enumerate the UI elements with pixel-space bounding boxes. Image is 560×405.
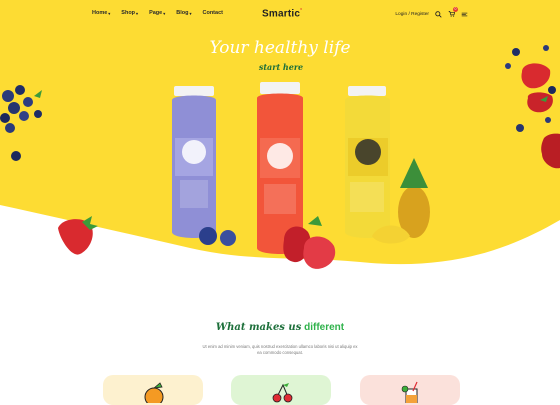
nav-item-page[interactable]: Page ▾ bbox=[149, 10, 165, 16]
hero-subline[interactable]: start here bbox=[255, 62, 307, 73]
chevron-down-icon: ▾ bbox=[163, 10, 166, 16]
section-title: What makes us different bbox=[0, 322, 560, 333]
chevron-down-icon: ▾ bbox=[136, 10, 139, 16]
feature-card-juice[interactable] bbox=[360, 375, 460, 405]
brand-logo[interactable]: Smartic° bbox=[262, 8, 302, 19]
nav-item-label: Page bbox=[149, 10, 163, 16]
brand-name: Smartic bbox=[262, 8, 301, 20]
section-title-accent: different bbox=[304, 322, 345, 333]
cart-count-badge: 0 bbox=[453, 7, 458, 12]
hero-section: Home ▾ Shop ▾ Page ▾ Blog ▾ Contact Smar… bbox=[0, 0, 560, 405]
nav-item-label: Home bbox=[92, 10, 108, 16]
feature-card-cherry[interactable] bbox=[231, 375, 331, 405]
bottle-blueberry bbox=[172, 86, 216, 238]
nav-item-home[interactable]: Home ▾ bbox=[92, 10, 110, 16]
nav-actions: Login / Register 0 bbox=[395, 7, 468, 19]
bottle-pineapple bbox=[345, 86, 390, 238]
nav-item-shop[interactable]: Shop ▾ bbox=[121, 10, 138, 16]
search-icon[interactable] bbox=[435, 11, 442, 18]
chevron-down-icon: ▾ bbox=[189, 10, 192, 16]
section-description: Ut enim ad minim veniam, quis nostrud ex… bbox=[202, 344, 358, 355]
menu-icon[interactable] bbox=[461, 11, 468, 18]
main-menu: Home ▾ Shop ▾ Page ▾ Blog ▾ Contact bbox=[92, 10, 223, 16]
nav-item-label: Shop bbox=[121, 10, 136, 16]
nav-item-blog[interactable]: Blog ▾ bbox=[176, 10, 191, 16]
feature-card-orange[interactable] bbox=[103, 375, 203, 405]
brand-mark: ° bbox=[300, 8, 303, 14]
chevron-down-icon: ▾ bbox=[108, 10, 111, 16]
login-register-link[interactable]: Login / Register bbox=[395, 12, 429, 17]
hero-headline: Your healthy life bbox=[209, 38, 351, 58]
top-navigation: Home ▾ Shop ▾ Page ▾ Blog ▾ Contact Smar… bbox=[0, 7, 560, 24]
hero-background bbox=[0, 0, 560, 269]
nav-item-contact[interactable]: Contact bbox=[202, 10, 222, 16]
nav-item-label: Blog bbox=[176, 10, 189, 16]
cart-button[interactable]: 0 bbox=[448, 7, 458, 19]
nav-item-label: Contact bbox=[202, 10, 223, 16]
section-title-script: What makes us bbox=[215, 322, 302, 333]
